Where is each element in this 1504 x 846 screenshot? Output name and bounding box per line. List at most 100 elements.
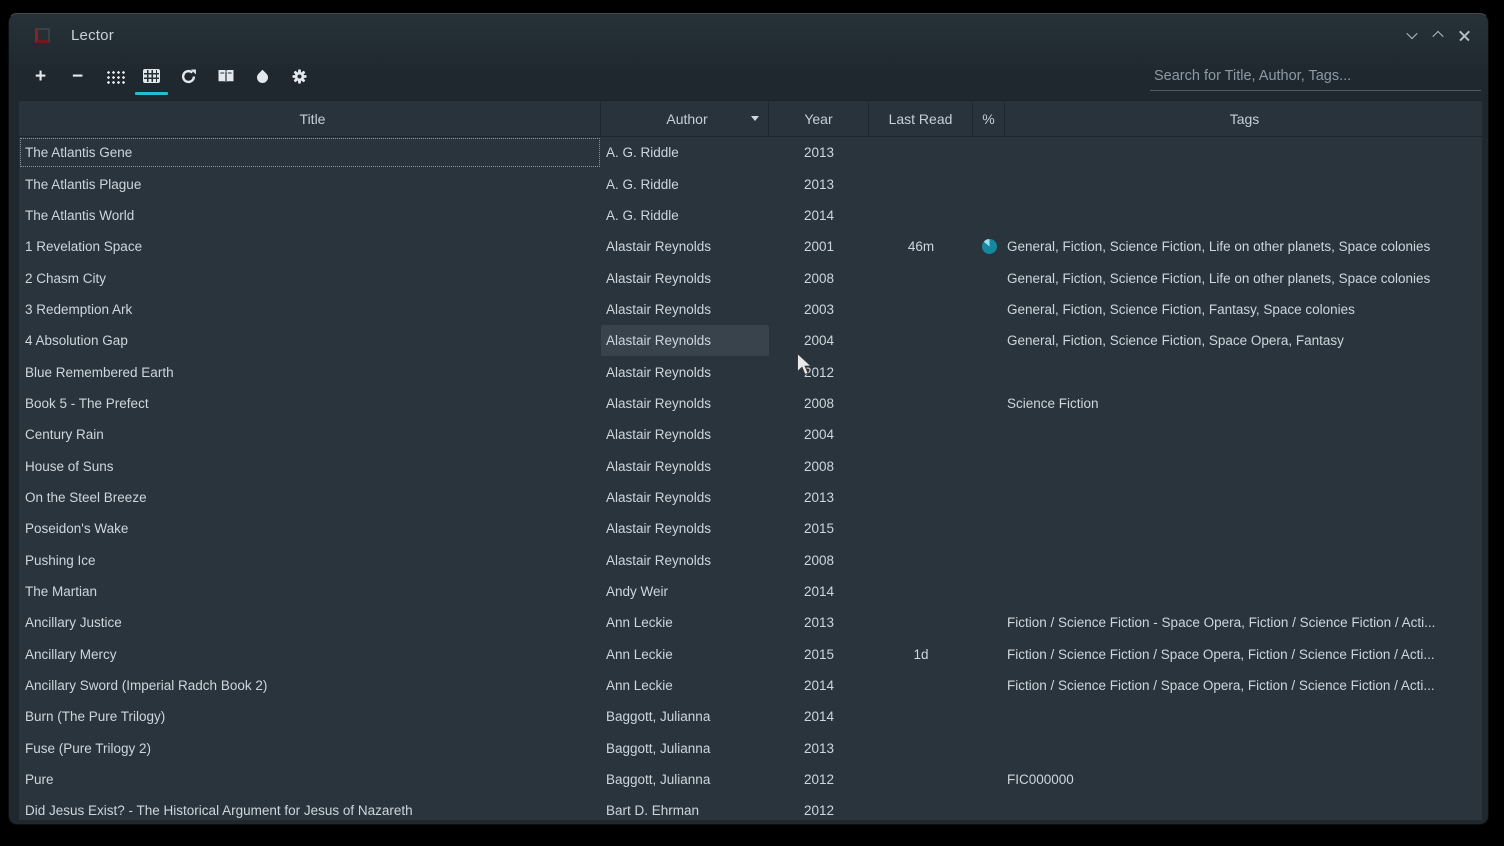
cell-tags[interactable]: Fiction / Science Fiction / Space Opera,… <box>1005 670 1482 701</box>
cell-last-read[interactable] <box>869 168 973 199</box>
cell-author[interactable]: Baggott, Julianna <box>601 701 769 732</box>
cell-title[interactable]: House of Suns <box>19 450 601 481</box>
cell-author[interactable]: A. G. Riddle <box>601 137 769 168</box>
cell-tags[interactable] <box>1005 576 1482 607</box>
cell-year[interactable]: 2008 <box>769 388 869 419</box>
cell-author[interactable]: A. G. Riddle <box>601 168 769 199</box>
cell-author[interactable]: Andy Weir <box>601 576 769 607</box>
cell-last-read[interactable] <box>869 482 973 513</box>
column-header-last-read[interactable]: Last Read <box>869 101 973 136</box>
column-header-tags[interactable]: Tags <box>1005 101 1482 136</box>
cell-title[interactable]: The Martian <box>19 576 601 607</box>
cell-last-read[interactable] <box>869 670 973 701</box>
cell-last-read[interactable] <box>869 733 973 764</box>
search-input[interactable] <box>1150 61 1481 91</box>
table-row[interactable]: Ancillary Sword (Imperial Radch Book 2)A… <box>19 670 1482 701</box>
cell-tags[interactable] <box>1005 701 1482 732</box>
cell-year[interactable]: 2001 <box>769 231 869 262</box>
cell-author[interactable]: Alastair Reynolds <box>601 231 769 262</box>
cell-year[interactable]: 2013 <box>769 168 869 199</box>
table-row[interactable]: The Atlantis GeneA. G. Riddle2013 <box>19 137 1482 168</box>
cell-tags[interactable]: FIC000000 <box>1005 764 1482 795</box>
window-shade-button[interactable] <box>1402 25 1422 45</box>
cell-pie[interactable] <box>973 294 1005 325</box>
cell-title[interactable]: 3 Redemption Ark <box>19 294 601 325</box>
table-row[interactable]: Ancillary JusticeAnn Leckie2013Fiction /… <box>19 607 1482 638</box>
cell-pie[interactable] <box>973 137 1005 168</box>
cell-year[interactable]: 2008 <box>769 450 869 481</box>
cell-pie[interactable] <box>973 168 1005 199</box>
cell-title[interactable]: On the Steel Breeze <box>19 482 601 513</box>
cell-last-read[interactable] <box>869 356 973 387</box>
table-row[interactable]: PureBaggott, Julianna2012 FIC000000 <box>19 764 1482 795</box>
cell-title[interactable]: Book 5 - The Prefect <box>19 388 601 419</box>
cell-pie[interactable] <box>973 795 1005 820</box>
cell-author[interactable]: Bart D. Ehrman <box>601 795 769 820</box>
cell-last-read[interactable] <box>869 544 973 575</box>
cell-pie[interactable] <box>973 513 1005 544</box>
table-row[interactable]: Century RainAlastair Reynolds2004 <box>19 419 1482 450</box>
cell-year[interactable]: 2014 <box>769 701 869 732</box>
cell-last-read[interactable] <box>869 701 973 732</box>
table-row[interactable]: 3 Redemption ArkAlastair Reynolds2003Gen… <box>19 294 1482 325</box>
cell-year[interactable]: 2012 <box>769 356 869 387</box>
cell-year[interactable]: 2013 <box>769 733 869 764</box>
cell-title[interactable]: Fuse (Pure Trilogy 2) <box>19 733 601 764</box>
cell-tags[interactable] <box>1005 356 1482 387</box>
cell-title[interactable]: Burn (The Pure Trilogy) <box>19 701 601 732</box>
remove-book-button[interactable]: − <box>59 56 96 96</box>
cell-tags[interactable] <box>1005 513 1482 544</box>
cell-tags[interactable] <box>1005 482 1482 513</box>
cell-title[interactable]: Poseidon's Wake <box>19 513 601 544</box>
table-row[interactable]: Poseidon's WakeAlastair Reynolds2015 <box>19 513 1482 544</box>
table-row[interactable]: 1 Revelation SpaceAlastair Reynolds20014… <box>19 231 1482 262</box>
cell-title[interactable]: Did Jesus Exist? - The Historical Argume… <box>19 795 601 820</box>
cell-author[interactable]: Alastair Reynolds <box>601 544 769 575</box>
window-maximize-button[interactable] <box>1428 25 1448 45</box>
cell-author[interactable]: Baggott, Julianna <box>601 764 769 795</box>
cell-last-read[interactable] <box>869 262 973 293</box>
cell-tags[interactable] <box>1005 419 1482 450</box>
cell-author[interactable]: Alastair Reynolds <box>601 356 769 387</box>
table-row[interactable]: Blue Remembered EarthAlastair Reynolds20… <box>19 356 1482 387</box>
column-header-percent[interactable]: % <box>973 101 1005 136</box>
cell-tags[interactable]: Science Fiction <box>1005 388 1482 419</box>
cell-title[interactable]: Ancillary Justice <box>19 607 601 638</box>
cell-author[interactable]: Baggott, Julianna <box>601 733 769 764</box>
cell-last-read[interactable] <box>869 200 973 231</box>
cell-pie[interactable] <box>973 544 1005 575</box>
table-row[interactable]: Did Jesus Exist? - The Historical Argume… <box>19 795 1482 820</box>
cell-last-read[interactable] <box>869 419 973 450</box>
window-close-button[interactable] <box>1454 25 1474 45</box>
cell-tags[interactable]: General, Fiction, Science Fiction, Life … <box>1005 231 1482 262</box>
cell-title[interactable]: The Atlantis World <box>19 200 601 231</box>
table-row[interactable]: 4 Absolution GapAlastair Reynolds2004Gen… <box>19 325 1482 356</box>
table-row[interactable]: The Atlantis PlagueA. G. Riddle2013 <box>19 168 1482 199</box>
cell-author[interactable]: Ann Leckie <box>601 670 769 701</box>
cell-last-read[interactable] <box>869 513 973 544</box>
table-row[interactable]: Fuse (Pure Trilogy 2)Baggott, Julianna20… <box>19 733 1482 764</box>
cell-last-read[interactable] <box>869 294 973 325</box>
cell-last-read[interactable] <box>869 764 973 795</box>
cell-pie[interactable] <box>973 670 1005 701</box>
cell-year[interactable]: 2013 <box>769 607 869 638</box>
table-view-button[interactable] <box>133 56 170 96</box>
cell-year[interactable]: 2012 <box>769 764 869 795</box>
cell-title[interactable]: Pure <box>19 764 601 795</box>
cell-year[interactable]: 2008 <box>769 262 869 293</box>
table-row[interactable]: On the Steel BreezeAlastair Reynolds2013 <box>19 482 1482 513</box>
cell-tags[interactable] <box>1005 733 1482 764</box>
reload-library-button[interactable] <box>170 56 207 96</box>
cell-year[interactable]: 2013 <box>769 482 869 513</box>
cell-tags[interactable]: General, Fiction, Science Fiction, Life … <box>1005 262 1482 293</box>
cell-title[interactable]: Blue Remembered Earth <box>19 356 601 387</box>
cell-author[interactable]: Alastair Reynolds <box>601 482 769 513</box>
cell-author[interactable]: Alastair Reynolds <box>601 388 769 419</box>
cell-author[interactable]: Alastair Reynolds <box>601 262 769 293</box>
cell-last-read[interactable] <box>869 795 973 820</box>
cell-title[interactable]: The Atlantis Gene <box>19 137 601 168</box>
column-header-title[interactable]: Title <box>19 101 601 136</box>
cell-year[interactable]: 2003 <box>769 294 869 325</box>
title-bar[interactable]: Lector <box>9 14 1488 56</box>
cell-author[interactable]: Alastair Reynolds <box>601 294 769 325</box>
